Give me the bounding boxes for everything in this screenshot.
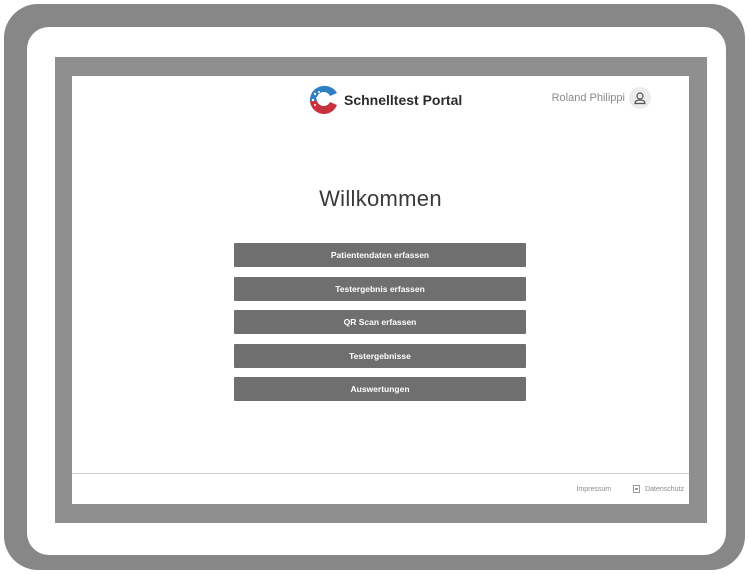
main-menu: Patientendaten erfassen Testergebnis erf… bbox=[234, 243, 526, 411]
user-menu[interactable]: Roland Philippi bbox=[552, 87, 651, 109]
document-icon bbox=[633, 485, 641, 493]
footer-divider bbox=[72, 473, 689, 474]
patientendaten-erfassen-button[interactable]: Patientendaten erfassen bbox=[234, 243, 526, 267]
testergebnisse-button[interactable]: Testergebnisse bbox=[234, 343, 526, 368]
user-name: Roland Philippi bbox=[551, 92, 625, 104]
user-icon bbox=[634, 92, 646, 105]
schnelltest-logo-icon bbox=[309, 85, 337, 114]
brand[interactable]: Schnelltest Portal bbox=[308, 85, 462, 115]
app-title: Schnelltest Portal bbox=[344, 92, 463, 108]
testergebnis-erfassen-button[interactable]: Testergebnis erfassen bbox=[234, 276, 526, 301]
footer: Impressum Datenschutz bbox=[576, 485, 684, 493]
header: Schnelltest Portal Roland Philippi bbox=[72, 76, 689, 126]
screen-bezel: Schnelltest Portal Roland Philippi Willk… bbox=[55, 57, 707, 523]
page-title: Willkommen bbox=[319, 186, 442, 211]
impressum-link[interactable]: Impressum bbox=[576, 486, 611, 493]
auswertungen-button[interactable]: Auswertungen bbox=[234, 377, 526, 401]
user-avatar[interactable] bbox=[629, 87, 651, 109]
datenschutz-link[interactable]: Datenschutz bbox=[645, 486, 684, 493]
qr-scan-erfassen-button[interactable]: QR Scan erfassen bbox=[234, 310, 526, 334]
app-screen: Schnelltest Portal Roland Philippi Willk… bbox=[72, 76, 689, 504]
